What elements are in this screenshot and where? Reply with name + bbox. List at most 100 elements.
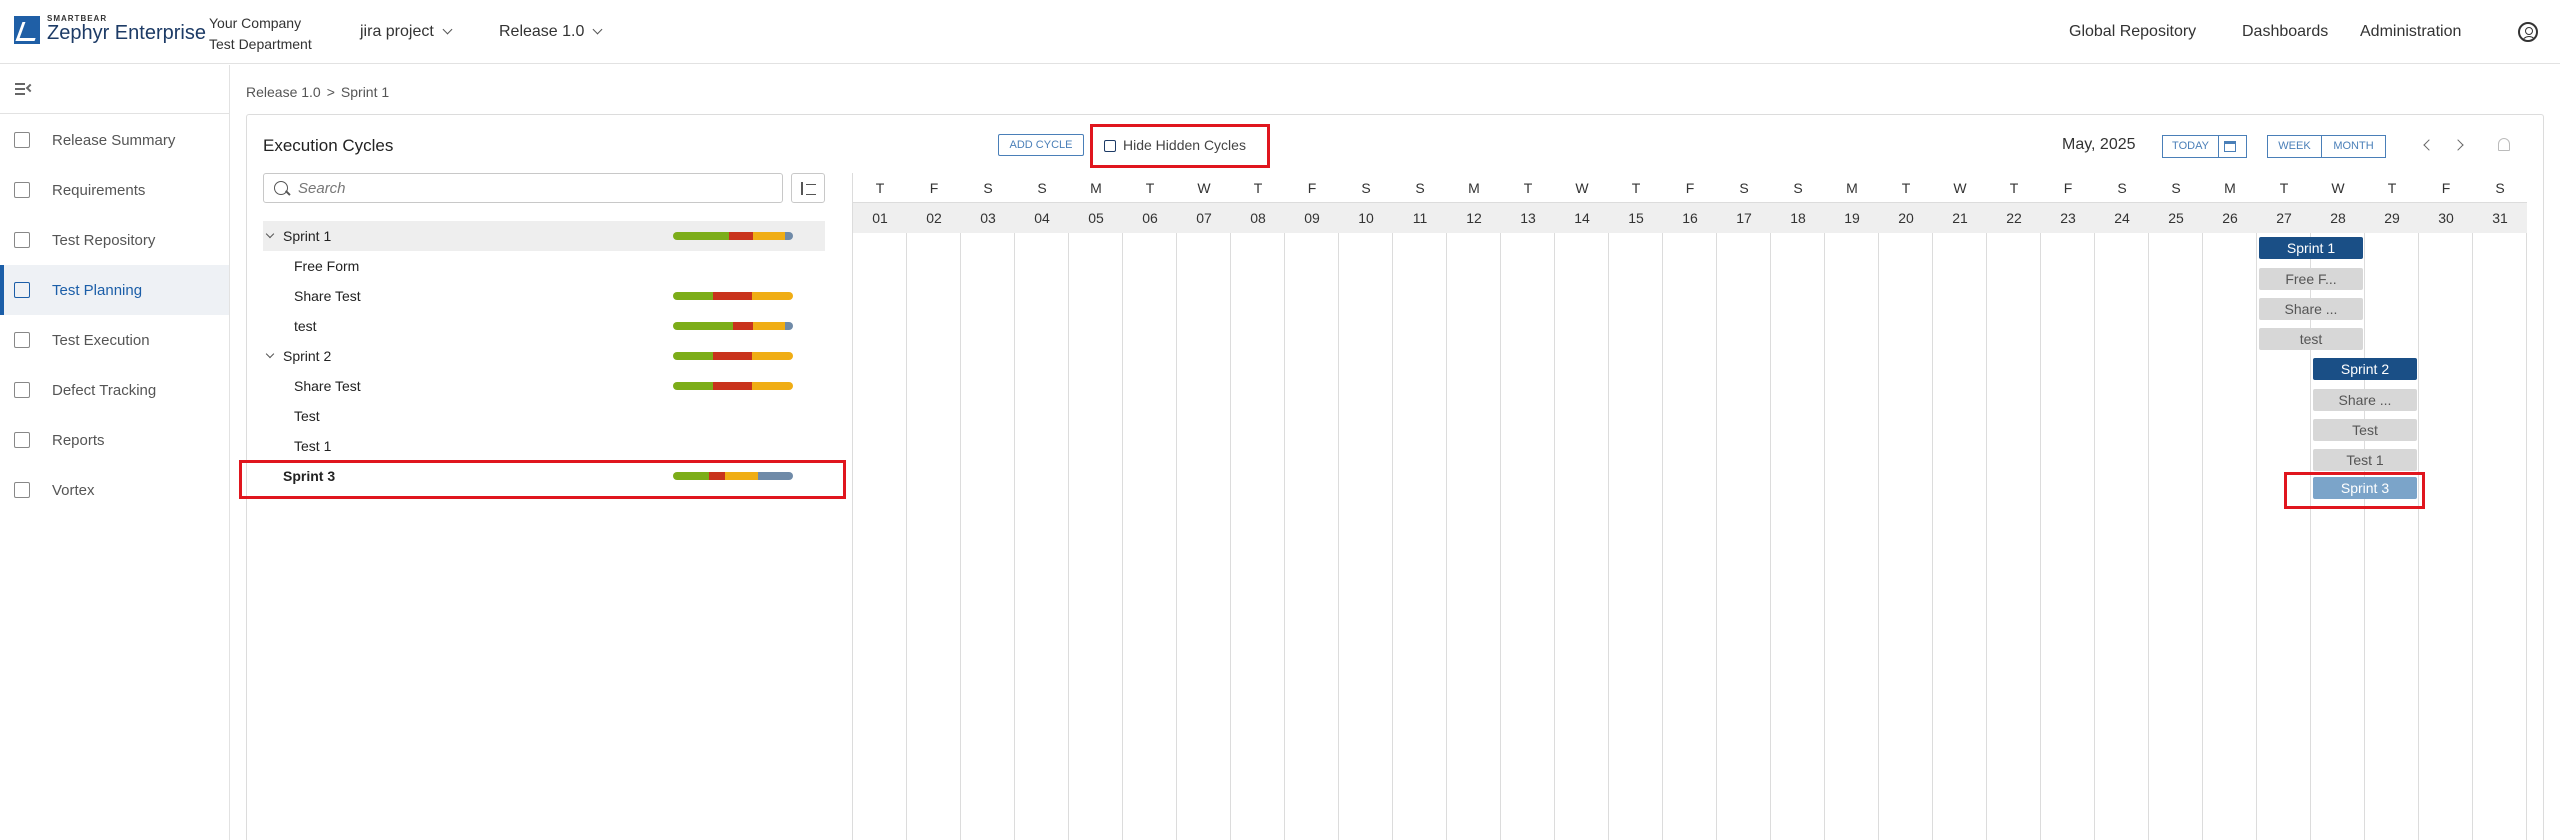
global-repository-link[interactable]: Global Repository [2069,23,2196,41]
department-name: Test Department [209,36,312,52]
calendar-day-column[interactable]: F 30 [2419,173,2473,840]
calendar-date: 24 [2095,203,2149,233]
calendar-date: 10 [1339,203,1393,233]
tree-row[interactable]: Test [263,401,825,431]
calendar-cycle-bar[interactable]: Sprint 3 [2313,477,2417,499]
calendar-day-column[interactable]: T 20 [1879,173,1933,840]
calendar-cycle-bar[interactable]: Sprint 1 [2259,237,2363,259]
sidebar-item-release-summary[interactable]: Release Summary [0,115,229,165]
calendar-day-column[interactable]: W 14 [1555,173,1609,840]
calendar-day-column[interactable]: T 29 [2365,173,2419,840]
calendar-day-of-week: S [2149,173,2203,203]
calendar-date: 12 [1447,203,1501,233]
calendar-day-column[interactable]: S 04 [1015,173,1069,840]
add-cycle-button[interactable]: ADD CYCLE [998,134,1084,156]
project-dropdown-label: jira project [360,23,434,40]
calendar-day-column[interactable]: T 01 [853,173,907,840]
user-profile-icon[interactable] [2518,22,2538,42]
calendar-day-column[interactable]: S 31 [2473,173,2527,840]
tree-row[interactable]: Share Test [263,281,825,311]
calendar-date: 02 [907,203,961,233]
administration-link[interactable]: Administration [2360,23,2461,41]
calendar-date: 11 [1393,203,1447,233]
calendar-day-column[interactable]: S 11 [1393,173,1447,840]
sidebar-item-test-repository[interactable]: Test Repository [0,215,229,265]
tree-row[interactable]: Free Form [263,251,825,281]
calendar-date: 21 [1933,203,1987,233]
tree-row[interactable]: Sprint 2 [263,341,825,371]
calendar-day-column[interactable]: W 07 [1177,173,1231,840]
calendar-day-column[interactable]: W 21 [1933,173,1987,840]
hide-hidden-cycles-checkbox[interactable] [1104,140,1116,152]
brand-name-label: Zephyr Enterprise [47,22,206,44]
search-input[interactable] [298,179,778,197]
sidebar-item-vortex[interactable]: Vortex [0,465,229,515]
calendar-cycle-bar[interactable]: Free F... [2259,268,2363,290]
sort-icon[interactable] [791,173,825,203]
tree-row[interactable]: Sprint 1 [263,221,825,251]
sidebar-item-label: Requirements [52,181,146,199]
progress-segment [752,352,793,360]
breadcrumb-separator: > [326,84,335,100]
calendar-day-of-week: M [1069,173,1123,203]
calendar-day-column[interactable]: S 10 [1339,173,1393,840]
breadcrumb-release[interactable]: Release 1.0 [246,84,321,100]
calendar-day-of-week: T [853,173,907,203]
calendar-day-column[interactable]: M 12 [1447,173,1501,840]
calendar-cycle-bar[interactable]: Share ... [2313,389,2417,411]
bell-icon[interactable] [2498,138,2510,151]
tree-row[interactable]: Share Test [263,371,825,401]
calendar-day-column[interactable]: S 17 [1717,173,1771,840]
sidebar-item-label: Reports [52,431,105,449]
tree-row[interactable]: Test 1 [263,431,825,461]
calendar-day-column[interactable]: F 02 [907,173,961,840]
search-box[interactable] [263,173,783,203]
calendar-date: 16 [1663,203,1717,233]
collapse-sidebar-icon[interactable] [15,82,35,96]
sidebar-item-test-planning[interactable]: Test Planning [0,265,229,315]
week-view-button[interactable]: WEEK [2267,135,2322,158]
calendar-cycle-bar[interactable]: Share ... [2259,298,2363,320]
calendar-day-column[interactable]: T 08 [1231,173,1285,840]
today-button[interactable]: TODAY [2162,135,2219,158]
tree-row[interactable]: Sprint 3 [263,461,825,491]
calendar-day-column[interactable]: T 22 [1987,173,2041,840]
calendar-day-of-week: W [2311,173,2365,203]
project-dropdown[interactable]: jira project [360,23,453,41]
calendar-day-column[interactable]: M 19 [1825,173,1879,840]
zephyr-logo[interactable]: SMARTBEAR Zephyr Enterprise [14,14,206,45]
calendar-cycle-bar[interactable]: Sprint 2 [2313,358,2417,380]
dashboards-link[interactable]: Dashboards [2242,23,2328,41]
calendar-day-column[interactable]: S 03 [961,173,1015,840]
calendar-day-column[interactable]: S 24 [2095,173,2149,840]
calendar-day-column[interactable]: S 18 [1771,173,1825,840]
progress-bar [673,472,793,480]
calendar-day-column[interactable]: M 26 [2203,173,2257,840]
calendar-day-column[interactable]: F 16 [1663,173,1717,840]
calendar-day-column[interactable]: M 05 [1069,173,1123,840]
calendar-day-column[interactable]: T 15 [1609,173,1663,840]
sidebar-item-test-execution[interactable]: Test Execution [0,315,229,365]
calendar-day-column[interactable]: T 13 [1501,173,1555,840]
chevron-down-icon[interactable] [265,349,275,359]
calendar-cycle-bar[interactable]: test [2259,328,2363,350]
month-view-button[interactable]: MONTH [2321,135,2386,158]
hide-hidden-cycles-label[interactable]: Hide Hidden Cycles [1123,137,1246,153]
tree-row[interactable]: test [263,311,825,341]
calendar-day-column[interactable]: S 25 [2149,173,2203,840]
calendar-date: 01 [853,203,907,233]
progress-segment [712,292,753,300]
release-dropdown[interactable]: Release 1.0 [499,23,603,41]
calendar-day-column[interactable]: F 09 [1285,173,1339,840]
sidebar-item-reports[interactable]: Reports [0,415,229,465]
sidebar-item-requirements[interactable]: Requirements [0,165,229,215]
vortex-icon [14,482,30,498]
calendar-day-column[interactable]: T 06 [1123,173,1177,840]
chevron-down-icon[interactable] [265,229,275,239]
tree-row-label: Share Test [294,288,361,304]
sidebar-item-defect-tracking[interactable]: Defect Tracking [0,365,229,415]
progress-segment [784,232,793,240]
calendar-day-column[interactable]: F 23 [2041,173,2095,840]
calendar-cycle-bar[interactable]: Test [2313,419,2417,441]
calendar-cycle-bar[interactable]: Test 1 [2313,449,2417,471]
